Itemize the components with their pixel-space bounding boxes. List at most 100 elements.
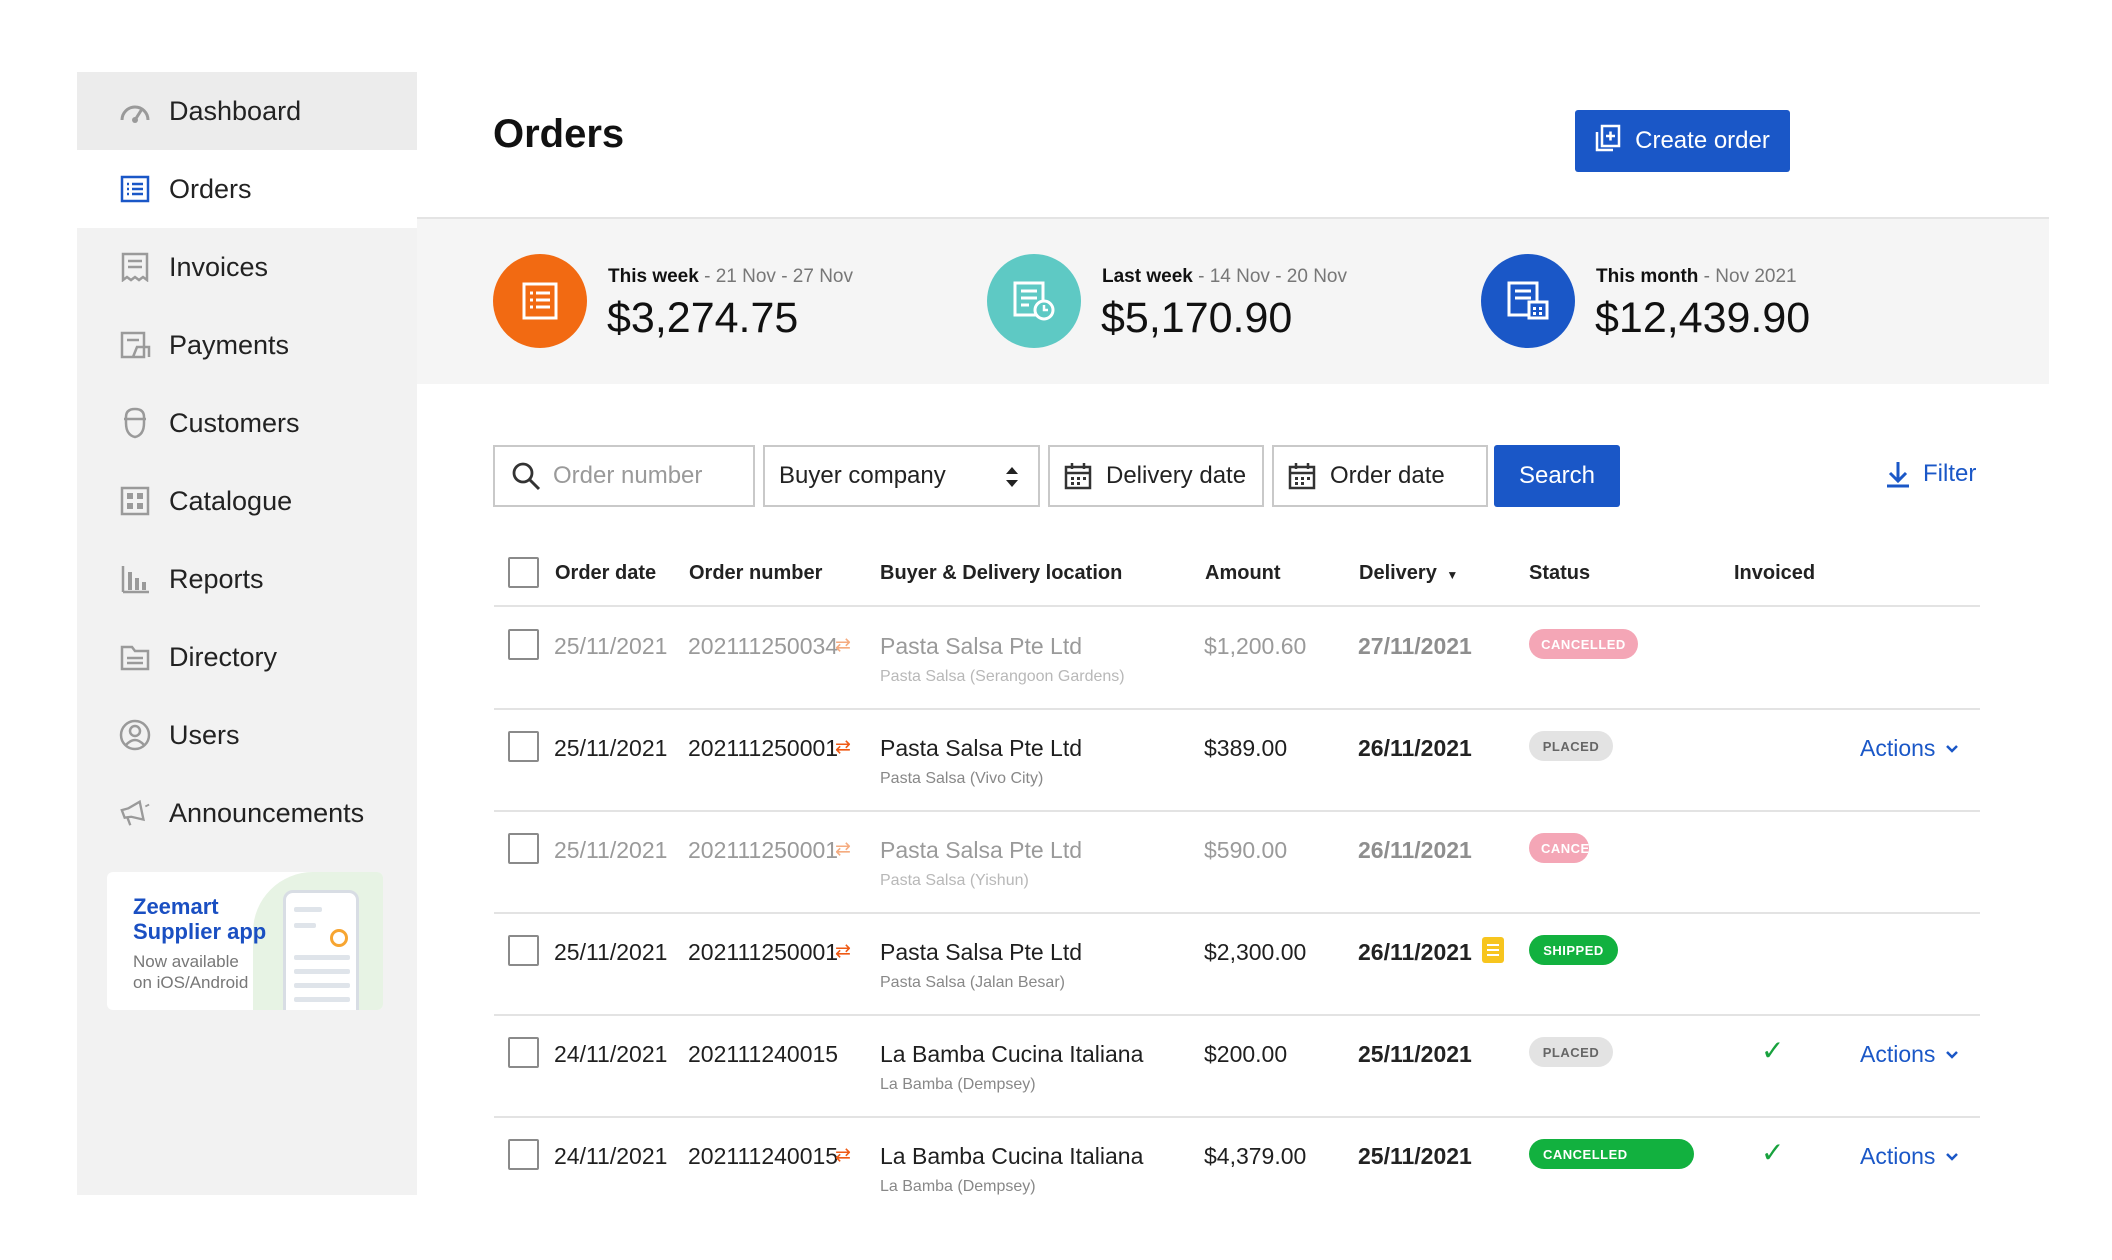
stat-value: $5,170.90	[1101, 294, 1293, 342]
stat-value: $3,274.75	[607, 294, 799, 342]
delivery-date: 25/11/2021	[1358, 1041, 1472, 1067]
order-number[interactable]: 202111250001	[688, 939, 838, 966]
stat-period: This month	[1596, 266, 1699, 287]
actions-dropdown[interactable]: Actions	[1860, 1041, 1959, 1068]
delivery-date: 26/11/2021	[1358, 939, 1472, 965]
order-date-input[interactable]: Order date	[1272, 445, 1488, 507]
table-row[interactable]: 25/11/2021 202111250034 ⇄ Pasta Salsa Pt…	[0, 606, 2112, 708]
buyer-company-value: Buyer company	[779, 462, 946, 489]
row-checkbox[interactable]	[508, 833, 539, 864]
invoiced-check-icon: ✓	[1761, 1137, 1785, 1168]
select-all-checkbox[interactable]	[508, 557, 539, 588]
row-checkbox[interactable]	[508, 629, 539, 660]
page-title: Orders	[493, 112, 625, 156]
buyer-name: Pasta Salsa Pte Ltd	[880, 633, 1083, 659]
note-icon[interactable]	[1482, 937, 1504, 963]
delivery-location: Pasta Salsa (Serangoon Gardens)	[880, 668, 1125, 685]
repeat-icon: ⇄	[835, 941, 851, 962]
column-header-amount[interactable]: Amount	[1205, 562, 1281, 585]
column-header-invoiced[interactable]: Invoiced	[1734, 562, 1815, 585]
order-number[interactable]: 202111250001	[688, 735, 838, 762]
row-checkbox[interactable]	[508, 935, 539, 966]
status-badge: PLACED	[1529, 1037, 1613, 1067]
status-badge: CANCELLED	[1529, 629, 1638, 659]
filter-label: Filter	[1923, 460, 1977, 487]
status-badge: SHIPPED	[1529, 935, 1618, 965]
stat-circle	[987, 254, 1081, 348]
row-checkbox[interactable]	[508, 731, 539, 762]
table-row[interactable]: 25/11/2021 202111250001 ⇄ Pasta Salsa Pt…	[0, 810, 2112, 912]
delivery-date-label: Delivery date	[1106, 462, 1247, 489]
calendar-icon	[1064, 462, 1092, 490]
repeat-icon: ⇄	[835, 1145, 851, 1166]
orders-calendar-icon	[1507, 281, 1549, 320]
sidebar-item-catalogue[interactable]: Catalogue	[77, 462, 417, 540]
column-header-delivery[interactable]: Delivery ▼	[1359, 562, 1458, 585]
column-header-order-date[interactable]: Order date	[555, 562, 656, 585]
order-date: 25/11/2021	[554, 939, 668, 965]
filter-button[interactable]: Filter	[1885, 460, 1976, 488]
actions-label: Actions	[1860, 735, 1936, 761]
delivery-location: Pasta Salsa (Yishun)	[880, 872, 1029, 889]
amount: $389.00	[1204, 735, 1288, 761]
column-header-order-number[interactable]: Order number	[689, 562, 822, 585]
create-order-button[interactable]: Create order	[1575, 110, 1790, 172]
column-header-status[interactable]: Status	[1529, 562, 1590, 585]
sidebar-item-label: Invoices	[169, 251, 269, 282]
buyer-name: Pasta Salsa Pte Ltd	[880, 735, 1083, 761]
stat-range: - Nov 2021	[1698, 266, 1797, 287]
stat-heading: This week - 21 Nov - 27 Nov	[608, 266, 853, 288]
chevron-down-icon	[1945, 1050, 1959, 1060]
order-number[interactable]: 202111240015	[688, 1143, 838, 1170]
bar-chart-icon	[119, 563, 151, 595]
orders-list-icon	[522, 282, 558, 320]
amount: $200.00	[1204, 1041, 1288, 1067]
stat-circle	[1481, 254, 1575, 348]
sidebar-item-dashboard[interactable]: Dashboard	[77, 72, 417, 150]
stat-heading: Last week - 14 Nov - 20 Nov	[1102, 266, 1347, 288]
order-number[interactable]: 202111250034	[688, 633, 838, 660]
stat-period: Last week	[1102, 266, 1193, 287]
stat-value: $12,439.90	[1595, 294, 1811, 342]
order-number[interactable]: 202111250001	[688, 837, 838, 864]
repeat-icon: ⇄	[835, 737, 851, 758]
stat-circle	[493, 254, 587, 348]
column-header-buyer[interactable]: Buyer & Delivery location	[880, 562, 1122, 585]
stat-heading: This month - Nov 2021	[1596, 266, 1797, 288]
sidebar-item-payments[interactable]: Payments	[77, 306, 417, 384]
sidebar-item-label: Payments	[169, 329, 290, 360]
row-checkbox[interactable]	[508, 1139, 539, 1170]
buyer-name: La Bamba Cucina Italiana	[880, 1143, 1144, 1169]
create-order-icon	[1595, 124, 1621, 159]
orders-list-icon	[119, 173, 151, 205]
status-badge: PLACED	[1529, 731, 1613, 761]
table-row[interactable]: 24/11/2021 202111240015 ⇄ La Bamba Cucin…	[0, 1116, 2112, 1218]
order-number[interactable]: 202111240015	[688, 1041, 838, 1068]
search-button[interactable]: Search	[1494, 445, 1620, 507]
sidebar-item-orders[interactable]: Orders	[77, 150, 417, 228]
actions-dropdown[interactable]: Actions	[1860, 735, 1959, 762]
table-row[interactable]: 25/11/2021 202111250001 ⇄ Pasta Salsa Pt…	[0, 708, 2112, 810]
sidebar-item-customers[interactable]: Customers	[77, 384, 417, 462]
orders-clock-icon	[1013, 281, 1055, 321]
buyer-company-select[interactable]: Buyer company	[763, 445, 1040, 507]
amount: $2,300.00	[1204, 939, 1307, 965]
order-number-search-input[interactable]: Order number	[493, 445, 755, 507]
delivery-location: La Bamba (Dempsey)	[880, 1178, 1036, 1195]
stat-range: - 21 Nov - 27 Nov	[698, 266, 853, 287]
sidebar-item-label: Catalogue	[169, 485, 293, 516]
gauge-icon	[119, 95, 151, 127]
sidebar-item-invoices[interactable]: Invoices	[77, 228, 417, 306]
table-row[interactable]: 25/11/2021 202111250001 ⇄ Pasta Salsa Pt…	[0, 912, 2112, 1014]
delivery-date: 26/11/2021	[1358, 837, 1472, 863]
download-arrow-icon	[1885, 460, 1911, 488]
amount: $1,200.60	[1204, 633, 1307, 659]
table-row[interactable]: 24/11/2021 202111240015 La Bamba Cucina …	[0, 1014, 2112, 1116]
sidebar-item-label: Dashboard	[169, 95, 302, 126]
delivery-location: La Bamba (Dempsey)	[880, 1076, 1036, 1093]
customer-icon	[119, 407, 151, 439]
sidebar-item-label: Reports	[169, 563, 264, 594]
row-checkbox[interactable]	[508, 1037, 539, 1068]
actions-dropdown[interactable]: Actions	[1860, 1143, 1959, 1170]
delivery-date-input[interactable]: Delivery date	[1048, 445, 1264, 507]
